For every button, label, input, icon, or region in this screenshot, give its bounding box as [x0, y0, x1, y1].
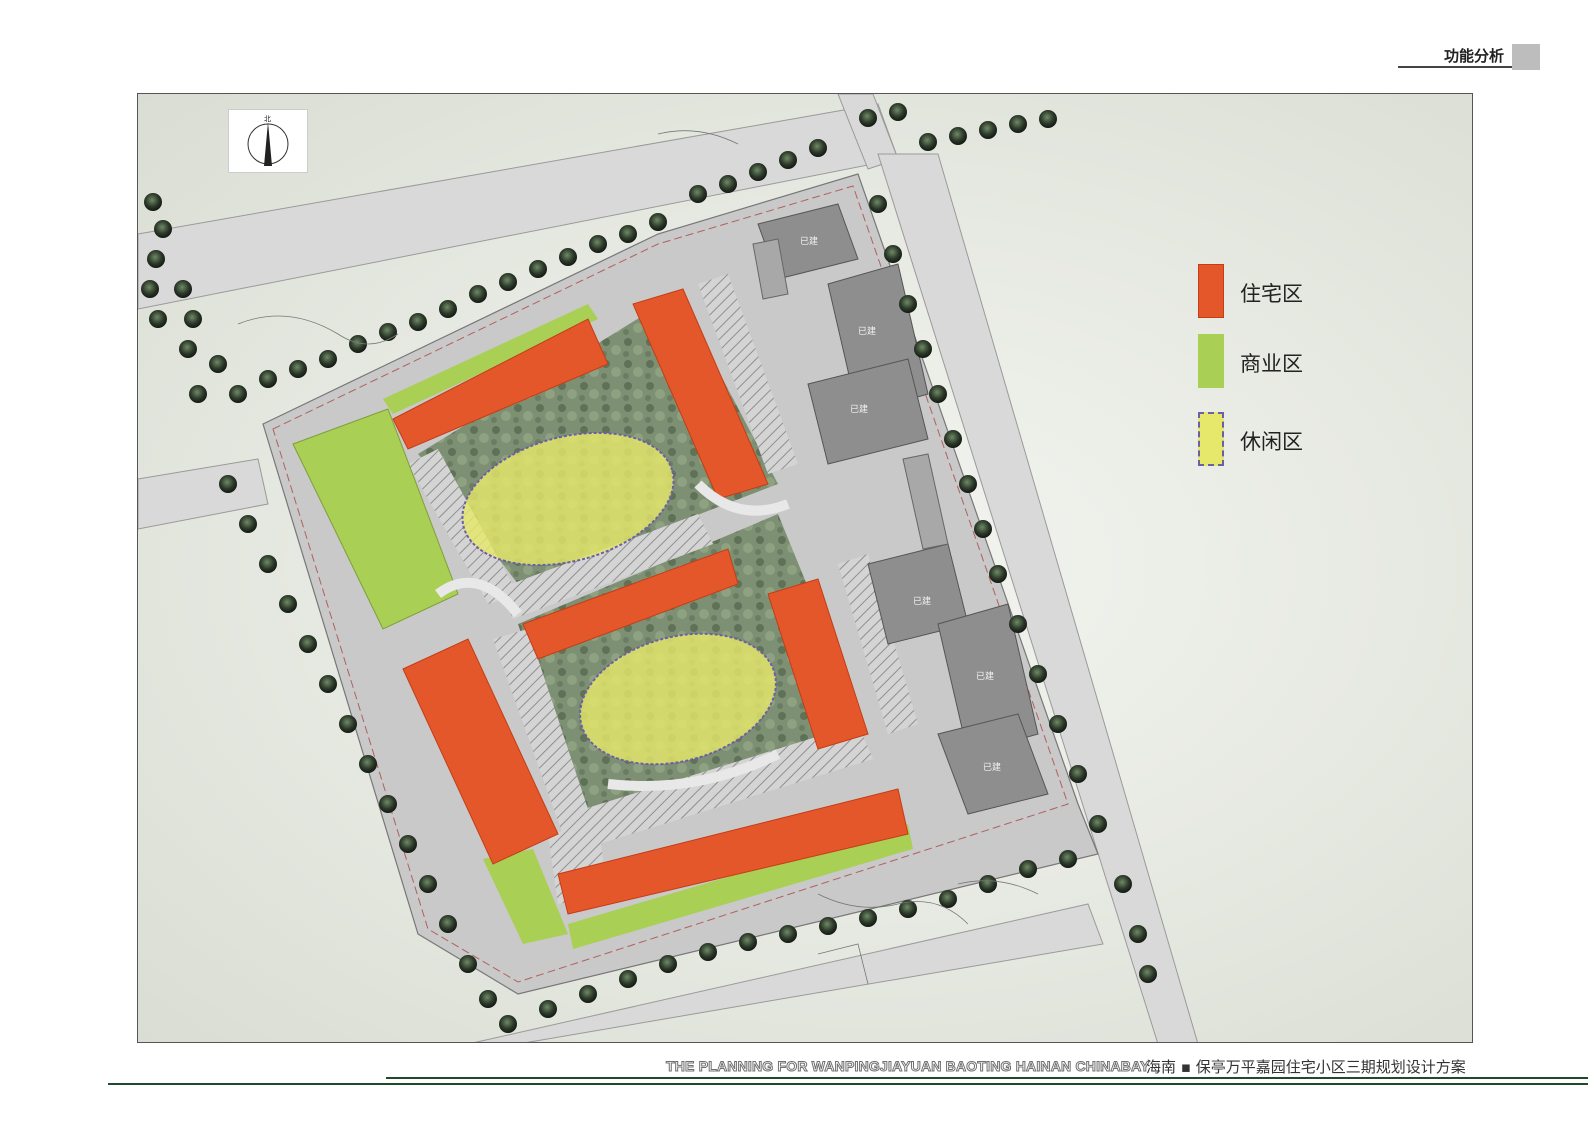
compass: 北 [228, 109, 308, 173]
legend-item-leisure: 休闲区 [1198, 412, 1398, 468]
footer-rule-upper [386, 1077, 1588, 1079]
north-arrow-icon: 北 [247, 115, 289, 166]
legend-label-commercial: 商业区 [1240, 352, 1303, 376]
legend-item-residential: 住宅区 [1198, 264, 1398, 320]
section-title: 功能分析 [1398, 44, 1512, 68]
compass-label: 北 [264, 115, 271, 123]
legend: 住宅区 商业区 休闲区 [1198, 264, 1398, 484]
footer-english-title: THE PLANNING FOR WANPINGJIAYUAN BAOTING … [666, 1058, 1150, 1075]
existing-label-1: 已建 [800, 235, 818, 247]
legend-swatch-commercial [1198, 334, 1224, 388]
site-plan: 已建 已建 已建 已建 已建 已建 北 住宅区 商业区 休闲区 [137, 93, 1473, 1043]
existing-label-5: 已建 [976, 670, 994, 682]
existing-label-6: 已建 [983, 761, 1001, 773]
existing-label-2: 已建 [858, 325, 876, 337]
legend-label-leisure: 休闲区 [1240, 430, 1303, 454]
footer-chinese-title: 海南 ▪ 保亭万平嘉园住宅小区三期规划设计方案 [1146, 1058, 1466, 1076]
legend-swatch-residential [1198, 264, 1224, 318]
footer-rule-lower [108, 1083, 1588, 1085]
legend-swatch-leisure [1198, 412, 1224, 466]
legend-label-residential: 住宅区 [1240, 282, 1303, 306]
site-plan-drawing: 已建 已建 已建 已建 已建 已建 [138, 94, 1198, 1042]
section-title-tab: 功能分析 [1398, 44, 1540, 70]
title-tab-block [1512, 44, 1540, 70]
existing-label-4: 已建 [913, 595, 931, 607]
existing-label-3: 已建 [850, 403, 868, 415]
legend-item-commercial: 商业区 [1198, 334, 1398, 390]
